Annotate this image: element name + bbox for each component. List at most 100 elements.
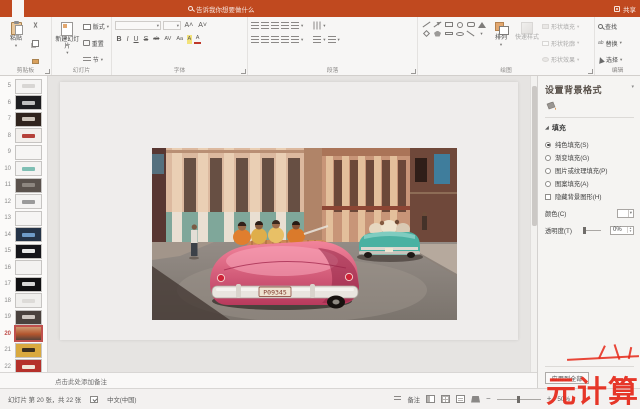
slide-photo[interactable]: P09345 [152,148,457,320]
spell-check-icon[interactable] [90,396,98,403]
highlight-color-icon[interactable]: A [187,35,193,44]
zoom-in-icon[interactable]: + [547,395,552,403]
shrink-font-icon[interactable]: A˅ [197,21,209,30]
shapes-gallery[interactable]: ▾ [421,20,487,66]
notes-pane[interactable]: 点击此处添加备注 [0,372,537,388]
bullets-icon[interactable] [251,22,259,29]
slide-thumbnail[interactable] [15,95,42,110]
canvas-vertical-scrollbar[interactable] [530,76,537,372]
ribbon-tab[interactable] [156,0,168,17]
line-down-shape-icon[interactable] [467,31,475,37]
select-button[interactable]: 选择 ▾ [598,55,622,64]
quick-styles-button[interactable]: 快速样式 [515,20,539,66]
cut-icon[interactable] [32,22,39,29]
change-case-icon[interactable]: Aa [175,35,185,44]
slide-thumbnail-row[interactable]: 15 [0,243,47,260]
slide-thumbnail-row[interactable]: 6 [0,95,47,112]
slide-thumbnail-row[interactable]: 20 [0,326,47,343]
radio-icon[interactable] [545,155,551,161]
format-painter-icon[interactable] [32,59,39,64]
rectangle-shape-icon[interactable] [445,22,453,27]
clipboard-dialog-launcher[interactable] [45,69,50,74]
drawing-dialog-launcher[interactable] [588,69,593,74]
bold-icon[interactable]: B [115,35,123,44]
zoom-slider[interactable] [497,399,541,400]
text-direction-icon[interactable] [314,22,321,30]
underline-icon[interactable]: U [132,35,140,44]
ribbon-tab[interactable] [132,0,144,17]
font-color-icon[interactable]: A [194,35,201,44]
ribbon-tab[interactable] [120,0,132,17]
zoom-slider-thumb[interactable] [517,396,520,403]
slideshow-view-icon[interactable] [471,396,480,403]
ribbon-tab[interactable] [12,0,24,17]
rounded-rectangle-shape-icon[interactable] [467,22,475,27]
slide-thumbnail[interactable] [15,112,42,127]
checkbox-icon[interactable] [545,194,551,200]
shapes-more-caret-icon[interactable]: ▾ [480,32,482,36]
increase-indent-icon[interactable] [281,22,289,29]
slide-thumbnail[interactable] [15,260,42,275]
slide-thumbnail[interactable] [15,145,42,160]
spinner[interactable]: ▴▾ [627,227,633,233]
slide-thumbnail[interactable] [15,310,42,325]
slide-thumbnail-row[interactable]: 8 [0,128,47,145]
slide-thumbnail[interactable] [15,359,42,372]
slide-thumbnail-row[interactable]: 13 [0,210,47,227]
slide-thumbnail[interactable] [15,161,42,176]
ribbon-tab[interactable] [24,0,36,17]
align-right-icon[interactable] [271,36,279,43]
share-button[interactable]: 共享 [614,0,636,17]
reset-button[interactable]: 重置 [83,39,109,48]
slide-thumbnail-row[interactable]: 22 [0,359,47,373]
slide-sorter-view-icon[interactable] [441,395,450,403]
replace-button[interactable]: ab 替换 ▾ [598,39,622,48]
font-dialog-launcher[interactable] [241,69,246,74]
radio-icon[interactable] [545,168,551,174]
fill-option[interactable]: 图案填充(A) [545,177,634,190]
paragraph-dialog-launcher[interactable] [411,69,416,74]
fill-option[interactable]: 渐变填充(G) [545,151,634,164]
copy-icon[interactable] [32,40,39,47]
shape-outline-button[interactable]: 形状轮廓 ▾ [542,39,579,48]
slide-thumbnail[interactable] [15,293,42,308]
reading-view-icon[interactable] [456,395,465,403]
strikethrough-icon[interactable]: S [142,35,150,44]
columns-icon[interactable] [291,36,299,43]
ribbon-tab[interactable] [84,0,96,17]
fill-option[interactable]: 隐藏背景图形(H) [545,190,634,203]
ribbon-tab[interactable] [0,0,12,17]
align-center-icon[interactable] [261,36,269,43]
diamond-shape-icon[interactable] [423,30,430,37]
slide-thumbnail[interactable] [15,128,42,143]
apply-to-all-button[interactable]: 应用到全部 [545,372,589,384]
ribbon-tab[interactable] [60,0,72,17]
slider-thumb[interactable] [583,227,586,234]
slide-thumbnail-row[interactable]: 14 [0,227,47,244]
slide-thumbnail-row[interactable]: 21 [0,342,47,359]
language-indicator[interactable]: 中文(中国) [107,395,136,404]
align-left-icon[interactable] [251,36,259,43]
ribbon-tab[interactable] [108,0,120,17]
ribbon-tab[interactable] [72,0,84,17]
slide-thumbnail-row[interactable]: 17 [0,276,47,293]
slide-thumbnail[interactable] [15,194,42,209]
ellipse-shape-icon[interactable] [456,32,464,36]
section-button[interactable]: 节 ▾ [83,55,109,64]
ribbon-tab[interactable] [36,0,48,17]
slide-surface[interactable]: P09345 [60,82,518,340]
paste-button[interactable]: 粘贴 ▾ [3,20,29,66]
ribbon-tab[interactable] [96,0,108,17]
radio-icon[interactable] [545,181,551,187]
italic-icon[interactable]: I [125,35,130,44]
numbering-icon[interactable] [261,22,269,29]
slide-thumbnail[interactable] [15,178,42,193]
grow-font-icon[interactable]: A˄ [183,21,195,30]
slide-thumbnail[interactable] [15,211,42,226]
new-slide-button[interactable]: 新建幻灯片 ▾ [55,20,80,66]
slide-thumbnail-row[interactable]: 5 [0,78,47,95]
line-shape-icon[interactable] [423,22,431,28]
slide-thumbnail[interactable] [15,79,42,94]
fill-option[interactable]: 纯色填充(S) [545,138,634,151]
zoom-percentage[interactable]: 50% [557,396,570,403]
